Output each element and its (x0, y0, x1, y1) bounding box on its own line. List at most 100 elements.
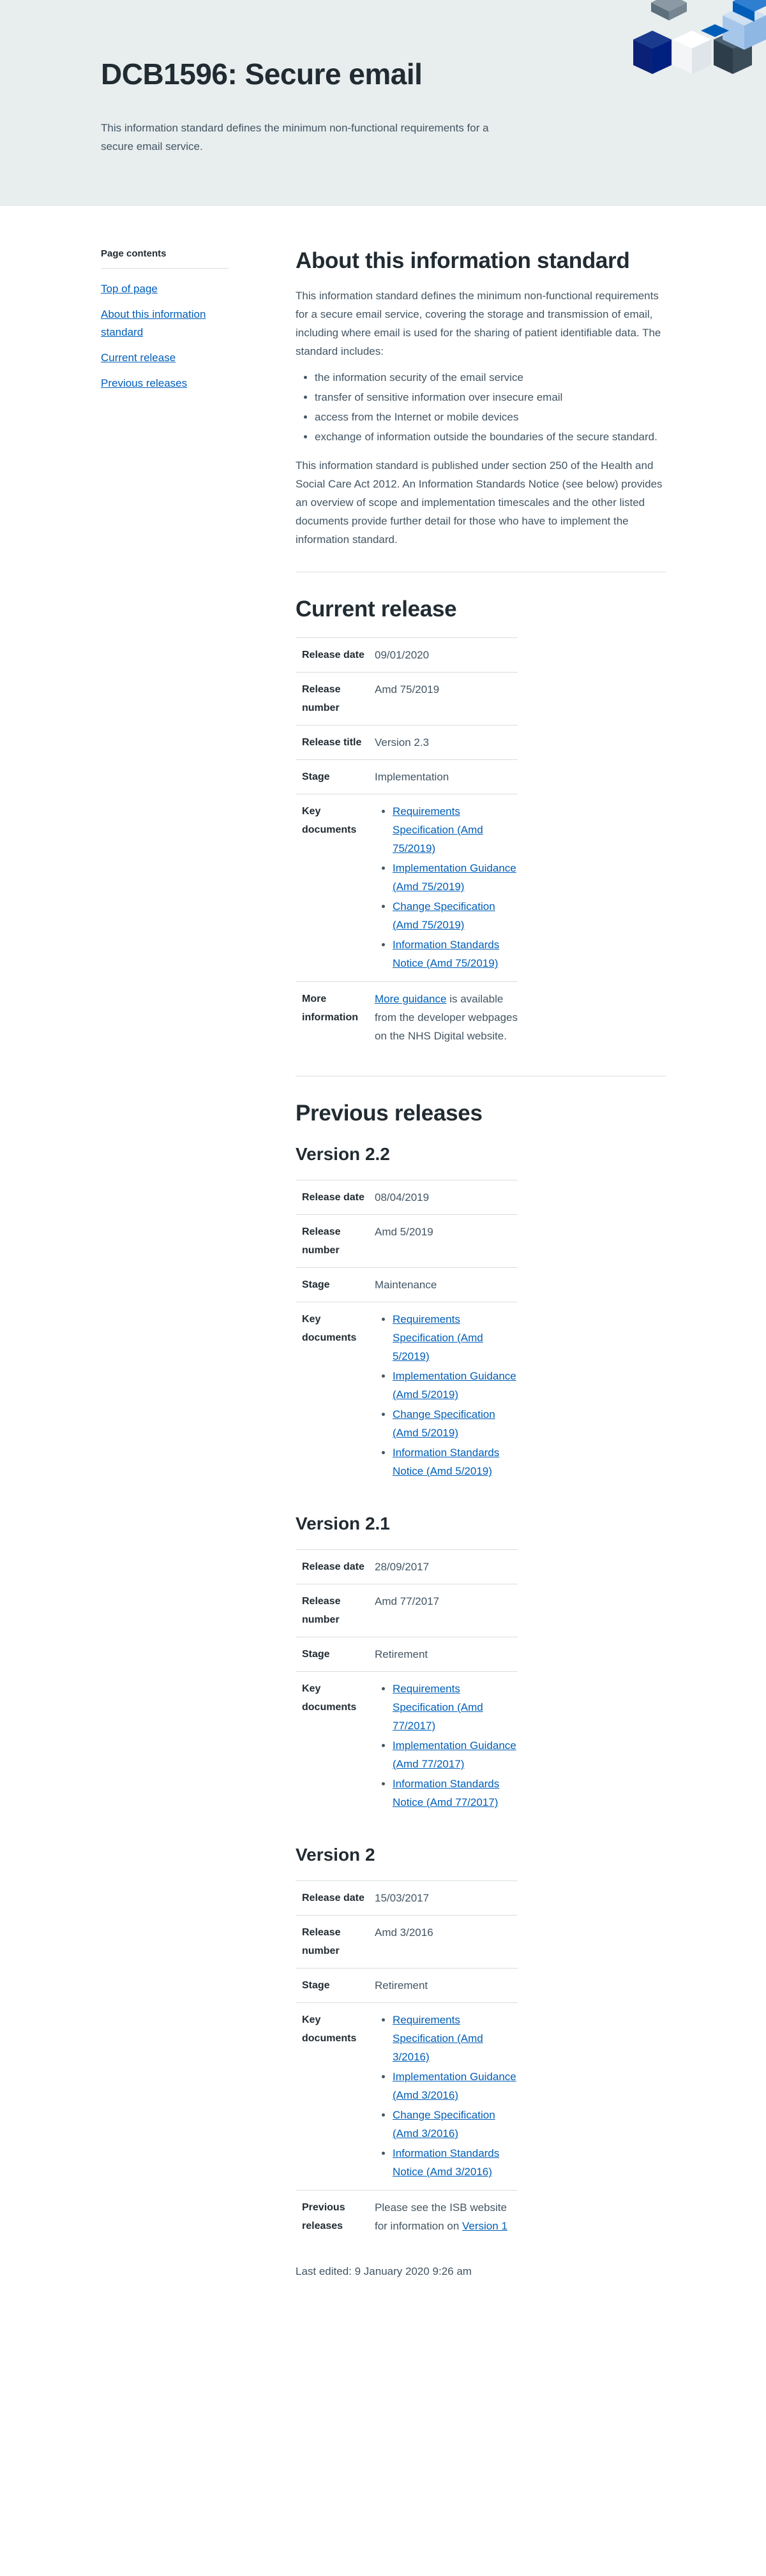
key-documents-value: Requirements Specification (Amd 75/2019)… (375, 802, 518, 974)
current-release-heading: Current release (296, 597, 457, 622)
nav-item-about: About this information standard (101, 306, 229, 341)
row-label: More information (302, 994, 358, 1023)
release-date-value: 08/04/2019 (375, 1191, 430, 1203)
nav-link-top-of-page[interactable]: Top of page (101, 283, 158, 295)
document-link[interactable]: Information Standards Notice (Amd 77/201… (393, 1778, 499, 1808)
release-table: Release date 08/04/2019 Release number A… (296, 1180, 518, 1489)
document-link[interactable]: Information Standards Notice (Amd 75/201… (393, 939, 499, 969)
row-label: Release date (302, 1192, 364, 1203)
current-release-table: Release date 09/01/2020 Release number A… (296, 637, 518, 1053)
document-link[interactable]: Implementation Guidance (Amd 5/2019) (393, 1370, 516, 1401)
stage-value: Retirement (375, 1648, 428, 1660)
key-documents-value: Requirements Specification (Amd 77/2017)… (375, 1679, 518, 1813)
release-table: Release date 15/03/2017 Release number A… (296, 1880, 518, 2243)
table-row: Release title Version 2.3 (296, 726, 518, 760)
page-contents-nav: Page contents Top of page About this inf… (101, 248, 229, 400)
table-row: Release date 28/09/2017 (296, 1550, 518, 1584)
release-table: Release date 28/09/2017 Release number A… (296, 1549, 518, 1820)
stage-value: Maintenance (375, 1279, 437, 1291)
row-label: Key documents (302, 1683, 357, 1713)
nav-link-current-release[interactable]: Current release (101, 352, 176, 364)
document-link[interactable]: Change Specification (Amd 3/2016) (393, 2109, 495, 2140)
row-label: Stage (302, 1649, 330, 1660)
table-row: Release date 09/01/2020 (296, 638, 518, 673)
row-label: Key documents (302, 806, 357, 835)
table-row: Release number Amd 77/2017 (296, 1584, 518, 1637)
nav-item-current: Current release (101, 349, 229, 367)
more-guidance-link[interactable]: More guidance (375, 993, 446, 1005)
document-item: Implementation Guidance (Amd 5/2019) (393, 1367, 518, 1404)
about-heading: About this information standard (296, 248, 630, 273)
document-item: Implementation Guidance (Amd 3/2016) (393, 2067, 518, 2104)
table-row: Stage Retirement (296, 1637, 518, 1672)
about-bullets: the information security of the email se… (296, 368, 666, 446)
table-row: Stage Maintenance (296, 1268, 518, 1302)
main-content: About this information standard This inf… (296, 246, 666, 2281)
document-link[interactable]: Implementation Guidance (Amd 77/2017) (393, 1739, 516, 1770)
about-bullet: access from the Internet or mobile devic… (315, 408, 666, 426)
version-1-link[interactable]: Version 1 (462, 2220, 507, 2232)
document-item: Change Specification (Amd 3/2016) (393, 2106, 518, 2143)
document-link[interactable]: Requirements Specification (Amd 5/2019) (393, 1313, 483, 1362)
row-label: Release number (302, 1596, 341, 1625)
version-heading: Version 2.1 (296, 1514, 390, 1533)
nav-link-previous-releases[interactable]: Previous releases (101, 377, 187, 389)
version-block: Version 2 Release date 15/03/2017 Releas… (296, 1842, 666, 2243)
page-contents-title: Page contents (101, 248, 229, 269)
document-link[interactable]: Information Standards Notice (Amd 5/2019… (393, 1447, 499, 1477)
nav-link-about[interactable]: About this information standard (101, 308, 206, 338)
document-link[interactable]: Requirements Specification (Amd 77/2017) (393, 1683, 483, 1732)
version-heading: Version 2 (296, 1845, 375, 1865)
document-link[interactable]: Implementation Guidance (Amd 75/2019) (393, 862, 516, 893)
release-date-value: 28/09/2017 (375, 1561, 430, 1573)
hero-banner: DCB1596: Secure email This information s… (0, 0, 766, 206)
row-label: Stage (302, 1980, 330, 1991)
key-documents-value: Requirements Specification (Amd 3/2016) … (375, 2011, 518, 2182)
row-label: Previous releases (302, 2202, 345, 2231)
current-release-section: Current release Release date 09/01/2020 … (296, 594, 666, 1053)
table-row: Stage Retirement (296, 1969, 518, 2003)
key-documents-list: Requirements Specification (Amd 77/2017)… (375, 1679, 518, 1812)
nav-item-previous: Previous releases (101, 375, 229, 392)
row-label: Release title (302, 737, 362, 748)
table-row: Release date 15/03/2017 (296, 1881, 518, 1916)
table-row: Release date 08/04/2019 (296, 1180, 518, 1215)
previous-releases-heading: Previous releases (296, 1101, 483, 1126)
table-row: Key documents Requirements Specification… (296, 1672, 518, 1820)
about-bullet: transfer of sensitive information over i… (315, 388, 666, 406)
release-date-value: 15/03/2017 (375, 1892, 430, 1904)
document-item: Change Specification (Amd 5/2019) (393, 1405, 518, 1442)
nav-item-top: Top of page (101, 280, 229, 298)
document-link[interactable]: Requirements Specification (Amd 75/2019) (393, 805, 483, 854)
release-number-value: Amd 3/2016 (375, 1926, 433, 1939)
hero-cubes-graphic (633, 0, 766, 74)
version-heading: Version 2.2 (296, 1144, 390, 1164)
release-title-value: Version 2.3 (375, 736, 430, 748)
row-label: Release date (302, 1893, 364, 1903)
document-item: Requirements Specification (Amd 75/2019) (393, 802, 518, 858)
about-outro: This information standard is published u… (296, 459, 663, 546)
stage-value: Retirement (375, 1979, 428, 1992)
stage-value: Implementation (375, 771, 449, 783)
row-label: Stage (302, 771, 330, 782)
document-item: Requirements Specification (Amd 77/2017) (393, 1679, 518, 1735)
table-row: Stage Implementation (296, 760, 518, 794)
document-item: Requirements Specification (Amd 3/2016) (393, 2011, 518, 2066)
document-item: Information Standards Notice (Amd 75/201… (393, 935, 518, 972)
key-documents-list: Requirements Specification (Amd 75/2019)… (375, 802, 518, 972)
document-link[interactable]: Implementation Guidance (Amd 3/2016) (393, 2071, 516, 2101)
more-information-value: More guidance is available from the deve… (375, 990, 518, 1045)
about-intro: This information standard defines the mi… (296, 290, 661, 357)
document-link[interactable]: Change Specification (Amd 75/2019) (393, 900, 495, 931)
table-row: Release number Amd 5/2019 (296, 1215, 518, 1268)
key-documents-value: Requirements Specification (Amd 5/2019) … (375, 1310, 518, 1482)
document-link[interactable]: Information Standards Notice (Amd 3/2016… (393, 2147, 499, 2178)
release-number-value: Amd 77/2017 (375, 1595, 440, 1607)
previous-releases-section: Previous releases Version 2.2 Release da… (296, 1098, 666, 2243)
document-item: Implementation Guidance (Amd 75/2019) (393, 859, 518, 896)
row-label: Release number (302, 1927, 341, 1956)
document-item: Change Specification (Amd 75/2019) (393, 897, 518, 934)
document-link[interactable]: Change Specification (Amd 5/2019) (393, 1408, 495, 1439)
document-link[interactable]: Requirements Specification (Amd 3/2016) (393, 2014, 483, 2063)
about-bullet: exchange of information outside the boun… (315, 428, 666, 446)
